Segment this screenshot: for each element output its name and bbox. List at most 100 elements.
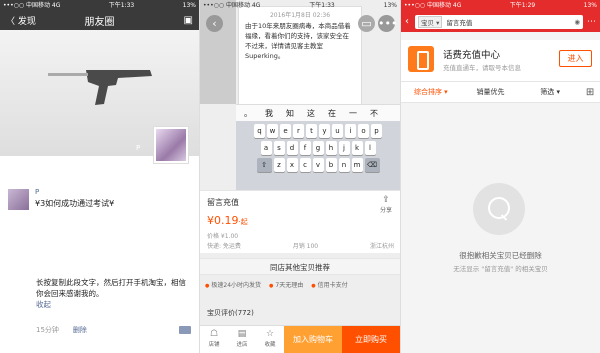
shipping-label: 快递: 免运费 xyxy=(207,243,241,250)
back-button[interactable]: 〈 发现 xyxy=(6,14,36,27)
candidate[interactable]: 不 xyxy=(370,108,378,119)
key-w[interactable]: w xyxy=(267,124,278,138)
key-o[interactable]: o xyxy=(358,124,369,138)
store-button[interactable]: ▤ 进店 xyxy=(228,326,256,353)
filter-button[interactable]: 筛选 ▾ xyxy=(520,87,580,97)
note-editor[interactable]: 2016年1月8日 02:36 由于10年来朋友圈病毒，本商品借着福缘，看着你们… xyxy=(238,6,362,106)
candidate[interactable]: 在 xyxy=(328,108,336,119)
key-f[interactable]: f xyxy=(299,141,311,155)
buy-now-button[interactable]: 立即购买 xyxy=(342,326,400,353)
post-author[interactable]: P xyxy=(35,188,39,196)
key-k[interactable]: k xyxy=(351,141,363,155)
key-p[interactable]: p xyxy=(371,124,382,138)
key-x[interactable]: x xyxy=(286,158,298,172)
key-e[interactable]: e xyxy=(280,124,291,138)
key-v[interactable]: v xyxy=(312,158,324,172)
collapse-link[interactable]: 收起 xyxy=(36,299,193,310)
battery-label: 13% xyxy=(383,2,397,9)
key-s[interactable]: s xyxy=(273,141,285,155)
reviews-link[interactable]: 宝贝评价(772) xyxy=(207,308,254,318)
status-bar: •••○○ 中国移动 4G 下午1:33 13% xyxy=(0,0,199,11)
store-icon: ▤ xyxy=(237,329,247,339)
item-panel: •••○○ 中国移动 4G 下午1:33 13% ‹ 2016年1月8日 02:… xyxy=(200,0,400,353)
key-d[interactable]: d xyxy=(286,141,298,155)
battery-label: 13% xyxy=(182,2,196,9)
original-price: 价格 ¥1.00 xyxy=(207,233,239,240)
search-scope-dropdown[interactable]: 宝贝 ▾ xyxy=(418,15,443,28)
key-h[interactable]: h xyxy=(325,141,337,155)
search-header: ‹ 宝贝 ▾ 留言充值 ◉ ⋯ xyxy=(401,11,600,32)
camera-icon[interactable]: ▣ xyxy=(184,15,193,26)
key-b[interactable]: b xyxy=(325,158,337,172)
shop-button[interactable]: ☖ 店铺 xyxy=(200,326,228,353)
status-bar: •••○○ 中国移动 4G 下午1:29 13% xyxy=(401,0,600,11)
search-input[interactable]: 宝贝 ▾ 留言充值 ◉ xyxy=(415,14,583,29)
backspace-key[interactable]: ⌫ xyxy=(364,158,380,172)
time-label: 下午1:33 xyxy=(309,2,335,9)
service-tag: 7天无理由 xyxy=(269,280,303,289)
price-unit: ·起 xyxy=(238,218,248,226)
key-j[interactable]: j xyxy=(338,141,350,155)
shift-key[interactable]: ⇧ xyxy=(256,158,272,172)
battery-label: 13% xyxy=(583,2,597,9)
grid-view-icon[interactable]: ⊞ xyxy=(580,87,600,98)
key-n[interactable]: n xyxy=(338,158,350,172)
recommend-band[interactable]: 同店其他宝贝推荐 xyxy=(200,258,400,275)
camera-icon[interactable]: ◉ xyxy=(574,18,580,26)
avatar[interactable] xyxy=(153,126,189,164)
post-avatar[interactable] xyxy=(8,189,29,210)
cover-username: P xyxy=(136,144,141,152)
shop-card[interactable]: 话费充值中心 充值直通车，请取号本信息 进入 xyxy=(401,40,600,82)
enter-shop-button[interactable]: 进入 xyxy=(559,50,592,67)
key-c[interactable]: c xyxy=(299,158,311,172)
back-icon[interactable]: ‹ xyxy=(405,16,415,27)
post-text: ¥3如何成功通过考试¥ xyxy=(35,199,115,208)
more-icon[interactable]: ⋯ xyxy=(587,17,596,27)
key-z[interactable]: z xyxy=(273,158,285,172)
post-body-text: 长按复制此段文字，然后打开手机淘宝，相信你会回来感谢我的。 xyxy=(36,278,186,298)
key-g[interactable]: g xyxy=(312,141,324,155)
share-button[interactable]: ⇪ 分享 xyxy=(380,195,392,214)
add-to-cart-button[interactable]: 加入购物车 xyxy=(284,326,342,353)
back-icon[interactable]: ‹ xyxy=(206,15,223,32)
more-icon[interactable]: ••• xyxy=(378,15,397,32)
candidate[interactable]: 知 xyxy=(286,108,294,119)
candidate[interactable]: 这 xyxy=(307,108,315,119)
candidate[interactable]: 一 xyxy=(349,108,357,119)
phone-icon xyxy=(408,46,434,72)
share-label: 分享 xyxy=(379,207,392,214)
bottom-action-bar: ☖ 店铺 ▤ 进店 ☆ 收藏 加入购物车 立即购买 xyxy=(200,325,400,353)
key-t[interactable]: t xyxy=(306,124,317,138)
shop-icon: ☖ xyxy=(209,329,219,339)
search-query: 留言充值 xyxy=(446,18,473,27)
cart-icon[interactable]: ▭ xyxy=(358,15,375,32)
time-label: 下午1:33 xyxy=(108,2,135,9)
key-m[interactable]: m xyxy=(351,158,363,172)
product-price: ¥0.19·起 xyxy=(207,214,248,227)
key-a[interactable]: a xyxy=(260,141,272,155)
candidate[interactable]: 。 xyxy=(244,108,252,119)
shop-label: 店铺 xyxy=(208,342,220,348)
key-u[interactable]: u xyxy=(332,124,343,138)
sort-sales[interactable]: 销量优先 xyxy=(461,87,521,97)
sort-comprehensive[interactable]: 综合排序 ▾ xyxy=(401,87,461,97)
candidate[interactable]: 我 xyxy=(265,108,273,119)
key-q[interactable]: q xyxy=(254,124,265,138)
location-label: 浙江杭州 xyxy=(369,243,394,250)
ime-candidate-bar: 。 我 知 这 在 一 不 xyxy=(236,104,400,121)
product-title[interactable]: 留言充值 xyxy=(207,197,239,208)
favorite-button[interactable]: ☆ 收藏 xyxy=(256,326,284,353)
service-tag: 信用卡支付 xyxy=(311,280,348,289)
shop-name: 话费充值中心 xyxy=(443,50,501,61)
sales-label: 月销 100 xyxy=(292,243,319,250)
key-y[interactable]: y xyxy=(319,124,330,138)
key-r[interactable]: r xyxy=(293,124,304,138)
key-l[interactable]: l xyxy=(364,141,376,155)
time-label: 下午1:29 xyxy=(509,2,536,9)
comment-icon[interactable] xyxy=(179,326,191,334)
store-label: 进店 xyxy=(236,342,248,348)
key-i[interactable]: i xyxy=(345,124,356,138)
product-meta-row: 快递: 免运费 月销 100 浙江杭州 xyxy=(207,241,394,250)
delete-link[interactable]: 删除 xyxy=(73,325,87,335)
product-info: 留言充值 ⇪ 分享 ¥0.19·起 价格 ¥1.00 快递: 免运费 月销 10… xyxy=(200,190,400,253)
